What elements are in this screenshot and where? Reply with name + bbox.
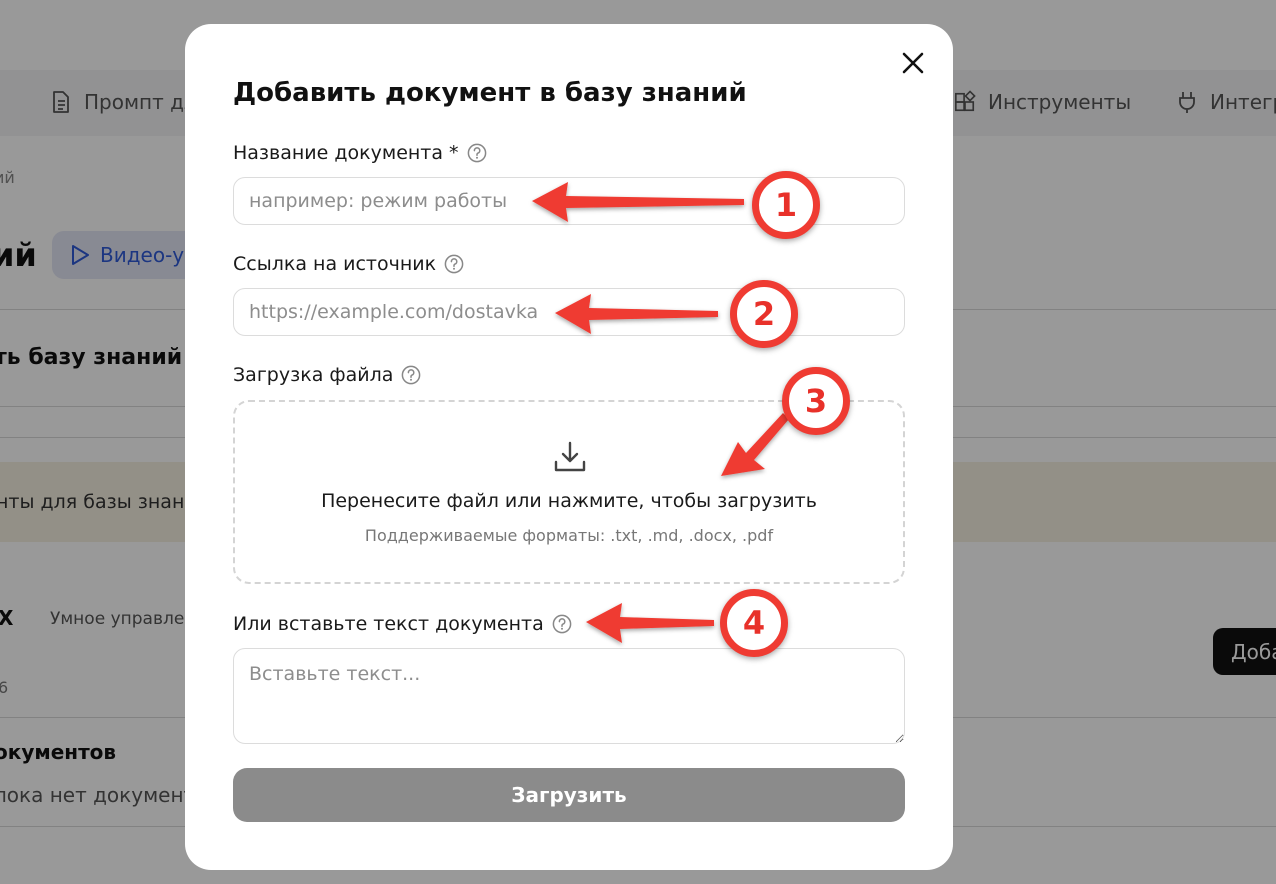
source-link-input[interactable]: [233, 288, 905, 336]
annotation-badge-4: 4: [720, 589, 788, 657]
help-icon[interactable]: [552, 614, 572, 634]
annotation-badge-1: 1: [752, 171, 820, 239]
source-link-label: Ссылка на источник: [233, 253, 464, 275]
annotation-badge-2: 2: [730, 280, 798, 348]
help-icon[interactable]: [444, 254, 464, 274]
modal-title: Добавить документ в базу знаний: [233, 78, 747, 108]
annotation-badge-3: 3: [782, 367, 850, 435]
close-icon[interactable]: [900, 50, 926, 76]
source-link-label-text: Ссылка на источник: [233, 253, 437, 275]
download-icon: [554, 441, 586, 472]
help-icon[interactable]: [467, 143, 487, 163]
document-name-label-text: Название документа *: [233, 142, 459, 164]
help-icon[interactable]: [401, 365, 421, 385]
dropzone-instruction: Перенесите файл или нажмите, чтобы загру…: [321, 490, 817, 512]
dropzone-formats: Поддерживаемые форматы: .txt, .md, .docx…: [364, 526, 774, 545]
add-document-modal: Добавить документ в базу знаний Название…: [185, 24, 953, 870]
file-upload-label-text: Загрузка файла: [233, 364, 394, 386]
paste-text-label: Или вставьте текст документа: [233, 613, 572, 635]
document-text-textarea[interactable]: [233, 648, 905, 744]
paste-text-label-text: Или вставьте текст документа: [233, 613, 544, 635]
upload-button[interactable]: Загрузить: [233, 768, 905, 822]
document-name-label: Название документа *: [233, 142, 487, 164]
file-upload-label: Загрузка файла: [233, 364, 421, 386]
